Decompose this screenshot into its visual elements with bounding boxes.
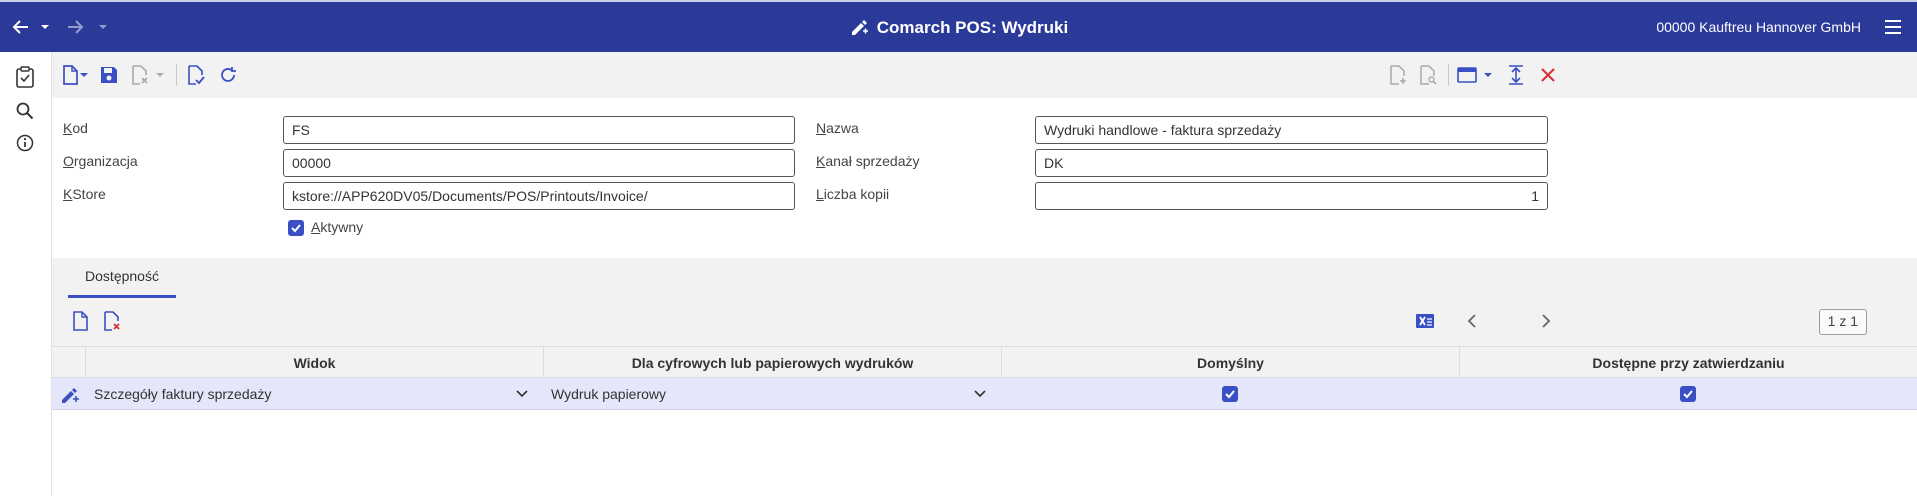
window-title-group: Comarch POS: Wydruki [0,16,1917,40]
typ-dropdown-icon[interactable] [970,378,990,409]
info-icon[interactable] [14,132,36,154]
widok-cell[interactable]: Szczegóły faktury sprzedaży [94,378,514,409]
clipboard-check-icon[interactable] [14,66,36,88]
organizacja-field[interactable]: 00000 [283,149,795,177]
discard-changes-icon[interactable] [130,63,150,87]
tab-bar: Dostępność [52,258,1917,298]
new-dropdown-icon[interactable] [78,63,90,87]
kod-label-rest: od [72,120,88,136]
search-icon[interactable] [14,100,36,122]
column-header-widok[interactable]: Widok [85,347,543,378]
kanal-label: Kanał sprzedaży [816,153,920,169]
page-title: Comarch POS: Wydruki [876,18,1069,37]
widok-dropdown-icon[interactable] [512,378,532,409]
toolbar-separator [176,64,177,86]
document-preview-icon[interactable] [1418,63,1438,87]
nazwa-field[interactable]: Wydruki handlowe - faktura sprzedaży [1035,116,1548,144]
column-header-dostepne[interactable]: Dostępne przy zatwierdzaniu [1459,347,1917,378]
forward-arrow-icon[interactable] [64,16,86,38]
forward-history-dropdown-icon[interactable] [96,16,110,38]
kod-label: Kod [63,120,88,136]
kstore-label: KStore [63,186,106,202]
back-history-dropdown-icon[interactable] [38,16,52,38]
edit-row-icon[interactable] [58,378,82,409]
table-row[interactable]: Szczegóły faktury sprzedaży Wydruk papie… [52,378,1917,410]
kod-field[interactable]: FS [283,116,795,144]
save-icon[interactable] [98,63,120,87]
left-sidebar [0,52,52,496]
expand-vertical-icon[interactable] [1506,63,1526,87]
back-arrow-icon[interactable] [10,16,32,38]
delete-row-icon[interactable] [102,309,122,333]
row-marker-header [52,347,85,378]
liczba-kopii-field[interactable]: 1 [1035,182,1548,210]
tab-dostepnosc[interactable]: Dostępność [68,268,176,298]
grid-header: Widok Dla cyfrowych lub papierowych wydr… [52,346,1917,378]
typ-cell[interactable]: Wydruk papierowy [551,378,971,409]
aktywny-label: Aktywny [311,219,364,235]
add-row-icon[interactable] [70,309,90,333]
kanal-field[interactable]: DK [1035,149,1548,177]
discard-dropdown-icon[interactable] [154,63,166,87]
new-document-icon[interactable] [60,63,80,87]
domyslny-checkbox[interactable] [1222,386,1238,402]
window-layout-icon[interactable] [1456,63,1478,87]
header-form: Kod FS Nazwa Wydruki handlowe - faktura … [52,98,1917,258]
main-toolbar [52,52,1917,98]
kstore-field[interactable]: kstore://APP620DV05/Documents/POS/Printo… [283,182,795,210]
nazwa-label: Nazwa [816,120,859,136]
toolbar-separator [1448,64,1449,86]
column-header-typ[interactable]: Dla cyfrowych lub papierowych wydruków [543,347,1001,378]
top-bar: Comarch POS: Wydruki 00000 Kauftreu Hann… [0,0,1917,52]
hamburger-menu-icon[interactable] [1883,17,1903,37]
company-label[interactable]: 00000 Kauftreu Hannover GmbH [1656,19,1861,35]
grid-empty-area [52,410,1917,496]
dostepne-checkbox[interactable] [1680,386,1696,402]
close-icon[interactable] [1538,63,1558,87]
new-document-add-icon[interactable] [1388,63,1408,87]
previous-page-icon[interactable] [1464,309,1480,333]
refresh-icon[interactable] [218,63,238,87]
aktywny-checkbox[interactable] [288,220,304,236]
liczba-kopii-label: Liczba kopii [816,186,890,202]
excel-export-icon[interactable] [1414,309,1436,333]
edit-pencil-icon [849,17,869,40]
page-indicator[interactable]: 1 z 1 [1818,309,1867,335]
column-header-domyslny[interactable]: Domyślny [1001,347,1459,378]
next-page-icon[interactable] [1538,309,1554,333]
validate-document-icon[interactable] [186,63,206,87]
grid-toolbar: 1 z 1 [52,298,1917,346]
layout-dropdown-icon[interactable] [1482,63,1494,87]
organizacja-label: Organizacja [63,153,138,169]
